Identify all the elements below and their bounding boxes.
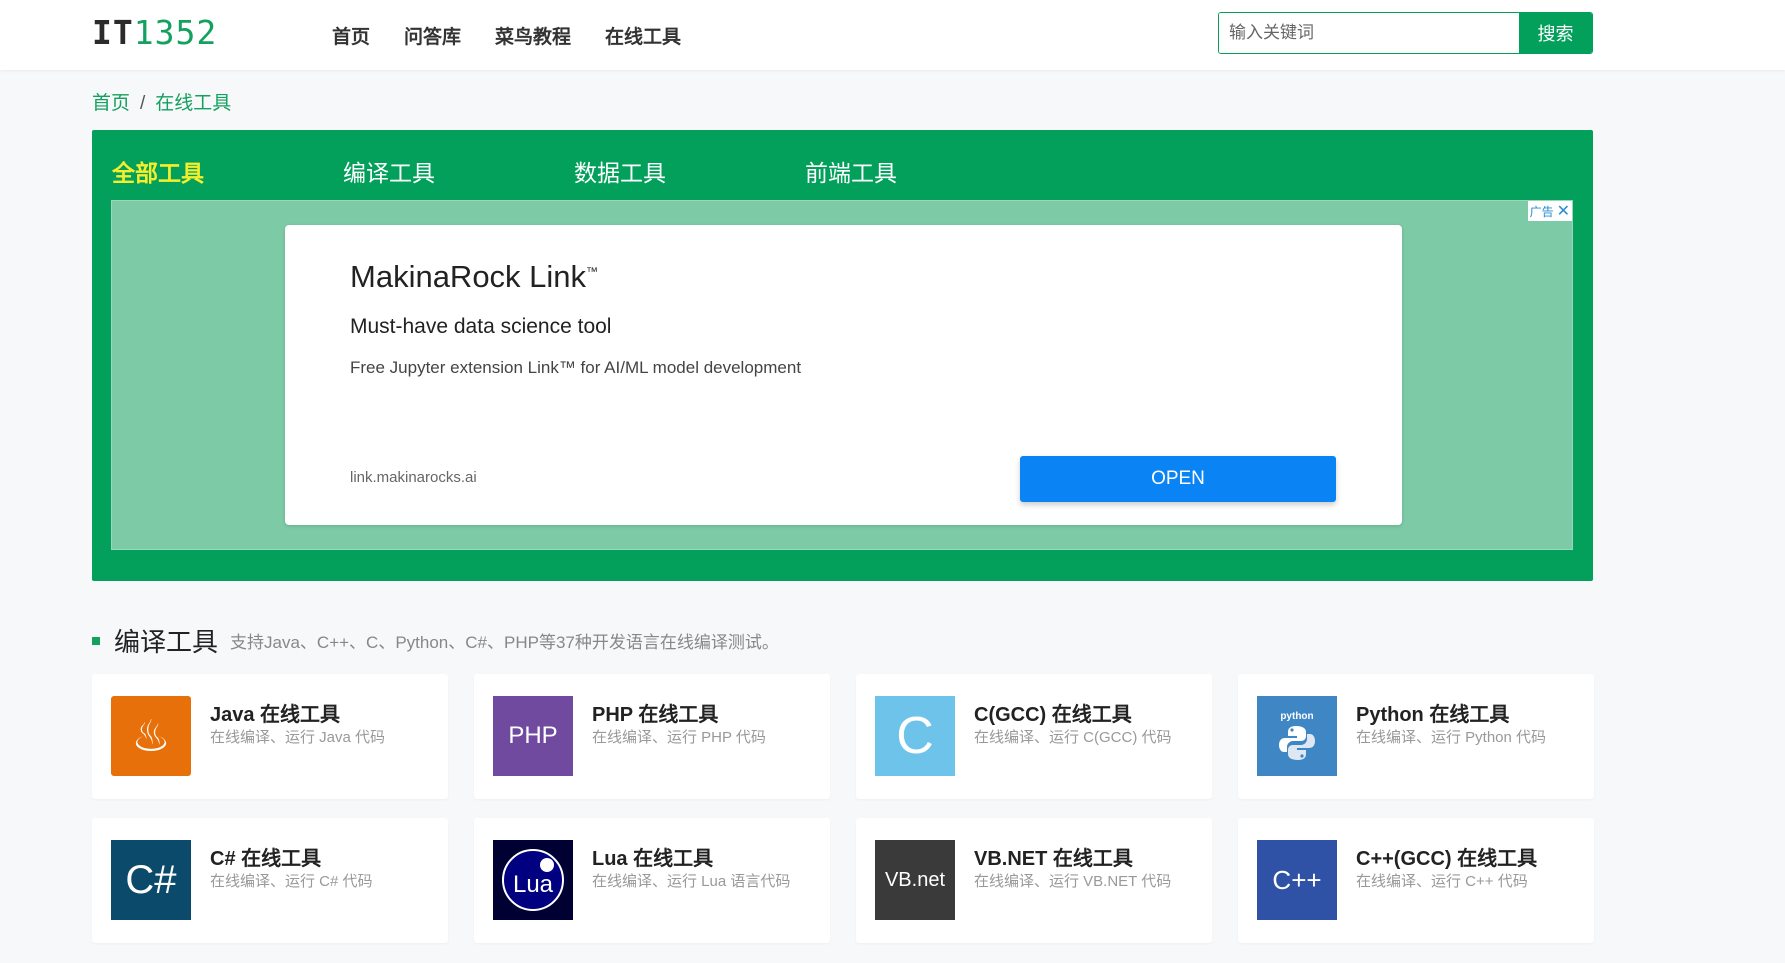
ad-container: 广告 ✕ MakinaRock Link™ Must-have data scie…: [111, 200, 1573, 550]
tool-desc: 在线编译、运行 C++ 代码: [1356, 873, 1528, 890]
close-icon[interactable]: ✕: [1557, 201, 1570, 221]
logo-suffix: 1352: [133, 13, 218, 52]
lua-planet: Lua: [502, 849, 564, 911]
nav-home[interactable]: 首页: [332, 22, 370, 49]
tool-name: Java 在线工具: [210, 704, 341, 726]
ad-title-text: MakinaRock Link: [350, 259, 587, 294]
search-input[interactable]: [1219, 13, 1519, 53]
tool-desc: 在线编译、运行 VB.NET 代码: [974, 873, 1172, 890]
tool-name: PHP 在线工具: [592, 704, 719, 726]
tool-card-cpp[interactable]: C++ C++(GCC) 在线工具 在线编译、运行 C++ 代码: [1238, 818, 1594, 943]
nav-online-tools[interactable]: 在线工具: [605, 22, 681, 49]
tool-name: Python 在线工具: [1356, 704, 1510, 726]
tool-name: C++(GCC) 在线工具: [1356, 848, 1538, 870]
main-nav: 首页 问答库 菜鸟教程 在线工具: [332, 22, 681, 49]
breadcrumb-current[interactable]: 在线工具: [155, 93, 231, 114]
tab-all-tools[interactable]: 全部工具: [112, 154, 343, 188]
trademark-mark: ™: [586, 264, 599, 279]
ad-subtitle: Must-have data science tool: [350, 315, 612, 338]
category-tabs: 全部工具 编译工具 数据工具 前端工具: [112, 154, 1036, 188]
tool-card-php[interactable]: PHP PHP 在线工具 在线编译、运行 PHP 代码: [474, 674, 830, 799]
ad-url[interactable]: link.makinarocks.ai: [350, 469, 477, 486]
java-icon: ♨: [111, 696, 191, 776]
tool-card-c[interactable]: C C(GCC) 在线工具 在线编译、运行 C(GCC) 代码: [856, 674, 1212, 799]
breadcrumb: 首页 / 在线工具: [92, 88, 231, 115]
ad-title: MakinaRock Link™: [350, 259, 598, 295]
tool-card-lua[interactable]: Lua Lua 在线工具 在线编译、运行 Lua 语言代码: [474, 818, 830, 943]
python-snake-icon: [1279, 725, 1315, 760]
php-icon-text: PHP: [508, 722, 558, 749]
logo-prefix: IT: [92, 13, 134, 52]
tool-card-java[interactable]: ♨ Java 在线工具 在线编译、运行 Java 代码: [92, 674, 448, 799]
tool-card-python[interactable]: python Python 在线工具 在线编译、运行 Python 代码: [1238, 674, 1594, 799]
search-box: 搜索: [1218, 12, 1593, 54]
ad-badge[interactable]: 广告 ✕: [1527, 201, 1572, 221]
section-description: 支持Java、C++、C、Python、C#、PHP等37种开发语言在线编译测试…: [230, 633, 779, 652]
section-marker: [92, 636, 100, 645]
nav-tutorial[interactable]: 菜鸟教程: [495, 22, 571, 49]
tab-compile-tools[interactable]: 编译工具: [343, 154, 574, 188]
tool-desc: 在线编译、运行 Python 代码: [1356, 729, 1547, 746]
python-icon-text: python: [1280, 710, 1314, 722]
breadcrumb-home[interactable]: 首页: [92, 93, 130, 114]
c-icon-text: C: [896, 707, 934, 765]
tool-desc: 在线编译、运行 Java 代码: [210, 729, 386, 746]
tool-card-vbnet[interactable]: VB.net VB.NET 在线工具 在线编译、运行 VB.NET 代码: [856, 818, 1212, 943]
ad-open-button[interactable]: OPEN: [1020, 456, 1336, 502]
tools-panel: 全部工具 编译工具 数据工具 前端工具 广告 ✕ MakinaRock Link™…: [92, 130, 1593, 581]
java-icon-glyph: ♨: [131, 711, 171, 761]
nav-qa[interactable]: 问答库: [404, 22, 461, 49]
ad-description: Free Jupyter extension Link™ for AI/ML m…: [350, 358, 802, 377]
breadcrumb-separator: /: [140, 93, 146, 114]
ad-card[interactable]: MakinaRock Link™ Must-have data science …: [285, 225, 1402, 525]
tool-desc: 在线编译、运行 PHP 代码: [592, 729, 766, 746]
tool-desc: 在线编译、运行 Lua 语言代码: [592, 873, 791, 890]
tab-data-tools[interactable]: 数据工具: [574, 154, 805, 188]
lua-icon: Lua: [493, 840, 573, 920]
section-header: 编译工具 支持Java、C++、C、Python、C#、PHP等37种开发语言在…: [92, 622, 779, 659]
tool-name: C# 在线工具: [210, 848, 322, 870]
tool-name: VB.NET 在线工具: [974, 848, 1133, 870]
lua-moon: [540, 858, 554, 872]
tool-name: C(GCC) 在线工具: [974, 704, 1132, 726]
c-icon: C: [875, 696, 955, 776]
lua-icon-text: Lua: [512, 871, 554, 898]
php-icon: PHP: [493, 696, 573, 776]
cpp-icon: C++: [1257, 840, 1337, 920]
csharp-icon: C#: [111, 840, 191, 920]
python-icon: python: [1257, 696, 1337, 776]
csharp-icon-text: C#: [125, 857, 177, 902]
tool-desc: 在线编译、运行 C# 代码: [210, 873, 373, 890]
ad-label: 广告: [1529, 204, 1554, 219]
search-button[interactable]: 搜索: [1519, 13, 1592, 53]
site-header: IT1352 首页 问答库 菜鸟教程 在线工具 搜索: [0, 0, 1785, 70]
tool-name: Lua 在线工具: [592, 848, 714, 870]
cpp-icon-text: C++: [1272, 864, 1322, 895]
vbnet-icon-text: VB.net: [884, 868, 946, 891]
section-title: 编译工具: [114, 627, 219, 657]
site-logo[interactable]: IT1352: [92, 13, 217, 52]
tool-card-csharp[interactable]: C# C# 在线工具 在线编译、运行 C# 代码: [92, 818, 448, 943]
vbnet-icon: VB.net: [875, 840, 955, 920]
tab-frontend-tools[interactable]: 前端工具: [805, 154, 1036, 188]
tool-desc: 在线编译、运行 C(GCC) 代码: [974, 729, 1172, 746]
